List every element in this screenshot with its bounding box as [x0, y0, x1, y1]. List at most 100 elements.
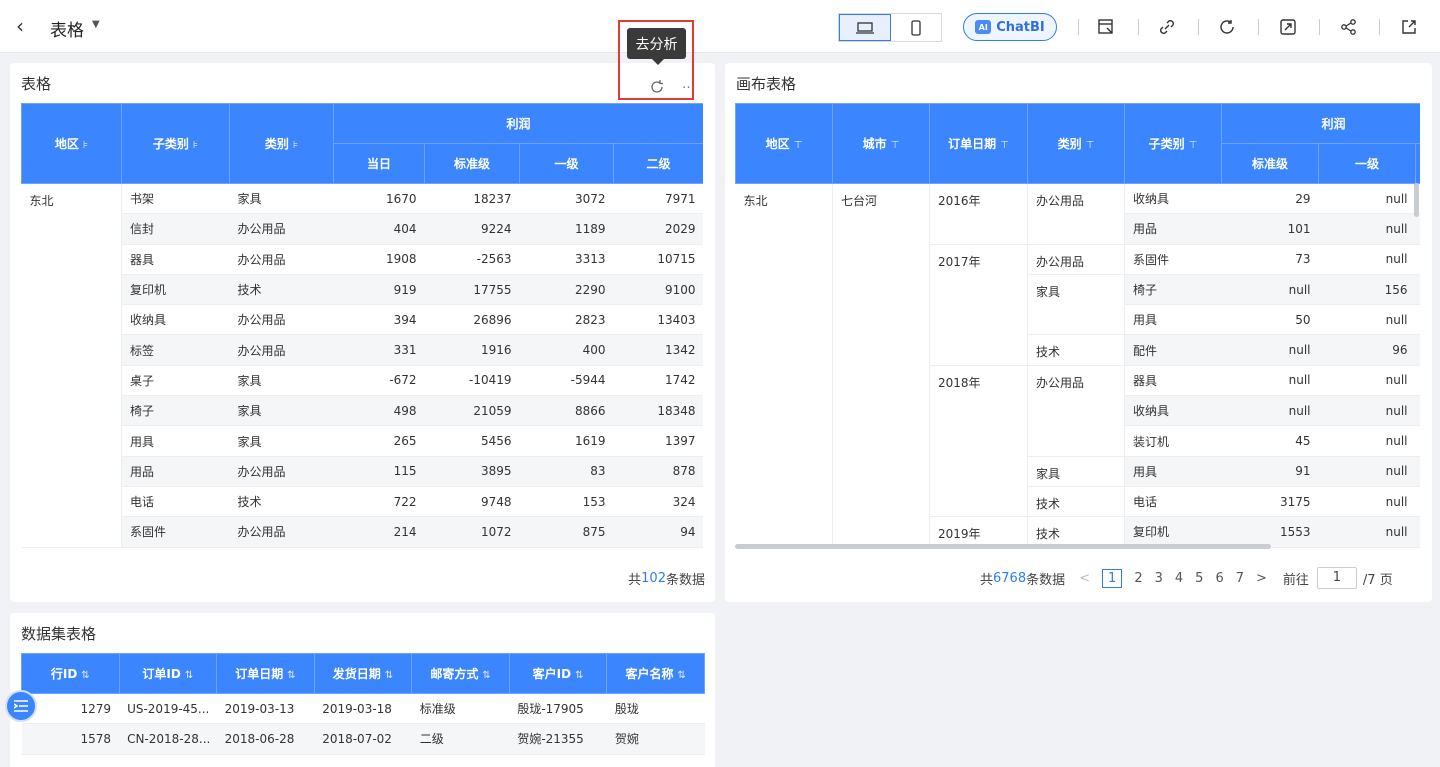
- page-button[interactable]: 2: [1134, 571, 1142, 586]
- table-cell: 2823: [519, 304, 614, 336]
- header-order-date[interactable]: 订单日期 ⊤: [929, 103, 1028, 184]
- table-cell: 用具: [121, 425, 230, 457]
- chatbi-label: ChatBI: [996, 19, 1045, 35]
- column-header[interactable]: 订单日期 ⇅: [216, 653, 315, 694]
- vertical-scrollbar[interactable]: [1414, 183, 1419, 217]
- table-cell: 贺婉: [606, 723, 705, 755]
- table-cell: null: [1318, 244, 1416, 275]
- header-subcategory[interactable]: 子类别 ⊤: [1124, 103, 1222, 184]
- table-row: 1578 CN-2018-28... 2018-06-28 2018-07-02 二级贺…: [21, 723, 705, 755]
- divider: [1319, 19, 1320, 35]
- category-cell: 办公用品: [1027, 365, 1125, 457]
- table-cell: 办公用品: [229, 456, 334, 487]
- table-row: 1279 US-2019-45... 2019-03-13 2019-03-18 标准级…: [21, 693, 705, 725]
- header-category[interactable]: 类别 ⊤: [1027, 103, 1125, 184]
- header-region[interactable]: 地区 ⊤: [735, 103, 833, 184]
- phone-icon: [911, 19, 921, 36]
- goto-label: 前往: [1282, 572, 1309, 588]
- table-cell: [1415, 365, 1420, 397]
- column-header[interactable]: 行ID ⇅: [21, 653, 120, 694]
- share-icon[interactable]: [1338, 16, 1360, 38]
- table-cell: 办公用品: [229, 304, 334, 336]
- goto-page-input[interactable]: 1: [1316, 567, 1357, 589]
- table-cell: 1189: [519, 213, 614, 245]
- table-cell: [1415, 304, 1420, 336]
- page-list: 1234567: [1096, 568, 1250, 588]
- table-cell: -5944: [519, 365, 614, 397]
- table-cell: null: [1318, 425, 1416, 457]
- table-cell: 1742: [613, 365, 703, 397]
- table-cell: 系固件: [1124, 244, 1222, 275]
- table-cell: 26896: [424, 304, 520, 336]
- table-cell: 96: [1318, 334, 1416, 366]
- table-cell: [1415, 395, 1420, 427]
- table-cell: 3175: [1221, 486, 1319, 518]
- page-title: 表格: [50, 21, 84, 41]
- table-cell: 400: [519, 334, 614, 366]
- mobile-view-button[interactable]: [891, 14, 941, 41]
- table-cell: 878: [613, 456, 703, 487]
- page-button[interactable]: 5: [1195, 571, 1203, 586]
- table-cell: 收纳具: [1124, 395, 1222, 427]
- table-cell: 8866: [519, 395, 614, 427]
- category-cell: 技术: [1027, 516, 1125, 548]
- filter-edit-icon[interactable]: [1095, 16, 1117, 38]
- pagination: 共 6768 条数据 < 1234567 > 前往 1 /7 页: [980, 567, 1393, 589]
- header-subcategory[interactable]: 子类别 ⊧: [121, 103, 230, 184]
- prev-page-button[interactable]: <: [1079, 571, 1090, 586]
- column-header[interactable]: 客户名称 ⇅: [606, 653, 705, 694]
- table-cell: 1916: [424, 334, 520, 366]
- header-today: 当日: [333, 143, 425, 184]
- table-cell: 394: [333, 304, 425, 336]
- table-cell: 标准级: [411, 693, 510, 725]
- header-region[interactable]: 地区 ⊧: [21, 103, 122, 184]
- column-header[interactable]: 邮寄方式 ⇅: [411, 653, 510, 694]
- fullscreen-icon[interactable]: [1277, 16, 1299, 38]
- page-button[interactable]: 7: [1236, 571, 1244, 586]
- category-cell: 技术: [1027, 486, 1125, 518]
- refresh-icon[interactable]: [1216, 16, 1238, 38]
- page-button[interactable]: 3: [1155, 571, 1163, 586]
- page-button[interactable]: 4: [1175, 571, 1183, 586]
- header-city[interactable]: 城市 ⊤: [832, 103, 930, 184]
- table-cell: null: [1318, 516, 1416, 548]
- table-cell: 153: [519, 486, 614, 518]
- chatbi-button[interactable]: AI ChatBI: [963, 13, 1057, 41]
- table-cell: [1415, 274, 1420, 306]
- header-category[interactable]: 类别 ⊧: [229, 103, 334, 184]
- table-cell: 21059: [424, 395, 520, 427]
- header-profit: 利润: [1220, 103, 1420, 144]
- table-cell: 722: [333, 486, 425, 518]
- page-button[interactable]: 6: [1215, 571, 1223, 586]
- table-cell: null: [1318, 213, 1416, 245]
- menu-fab[interactable]: [5, 690, 37, 722]
- horizontal-scrollbar[interactable]: [735, 544, 1271, 549]
- column-header[interactable]: 订单ID ⇅: [118, 653, 218, 694]
- sort-icon: ⇅: [482, 670, 491, 681]
- filter-icon: ⊧: [82, 140, 89, 151]
- table-cell: 家具: [229, 183, 334, 215]
- table-cell: 1908: [333, 244, 425, 275]
- column-header[interactable]: 发货日期 ⇅: [313, 653, 413, 694]
- table-cell: 复印机: [1124, 516, 1222, 548]
- link-icon[interactable]: [1156, 16, 1178, 38]
- table-cell: 办公用品: [229, 244, 334, 275]
- canvas-pivot-table: 地区 ⊤ 城市 ⊤ 订单日期 ⊤ 类别 ⊤ 子类别 ⊤ 利润 标准级 一级 东北 七台河 20…: [735, 103, 1420, 548]
- title-dropdown-icon[interactable]: ▼: [92, 19, 100, 30]
- column-header[interactable]: 客户ID ⇅: [508, 653, 608, 694]
- desktop-view-button[interactable]: [839, 14, 891, 41]
- list-icon: [14, 700, 28, 712]
- table-cell: 1553: [1221, 516, 1319, 548]
- next-page-button[interactable]: >: [1256, 571, 1267, 586]
- table-cell: null: [1318, 365, 1416, 397]
- table-cell: 3895: [424, 456, 520, 487]
- year-cell: 2018年: [929, 365, 1028, 518]
- back-icon[interactable]: ‹: [16, 14, 36, 38]
- header-more: [1414, 143, 1420, 184]
- table-cell: 器具: [121, 244, 230, 275]
- export-icon[interactable]: [1398, 16, 1420, 38]
- table-cell: 9748: [424, 486, 520, 518]
- table-cell: 2019-03-18: [314, 693, 412, 725]
- table-row: 器具 办公用品 1908 -2563 3313 10715: [22, 244, 703, 275]
- page-button[interactable]: 1: [1102, 568, 1123, 588]
